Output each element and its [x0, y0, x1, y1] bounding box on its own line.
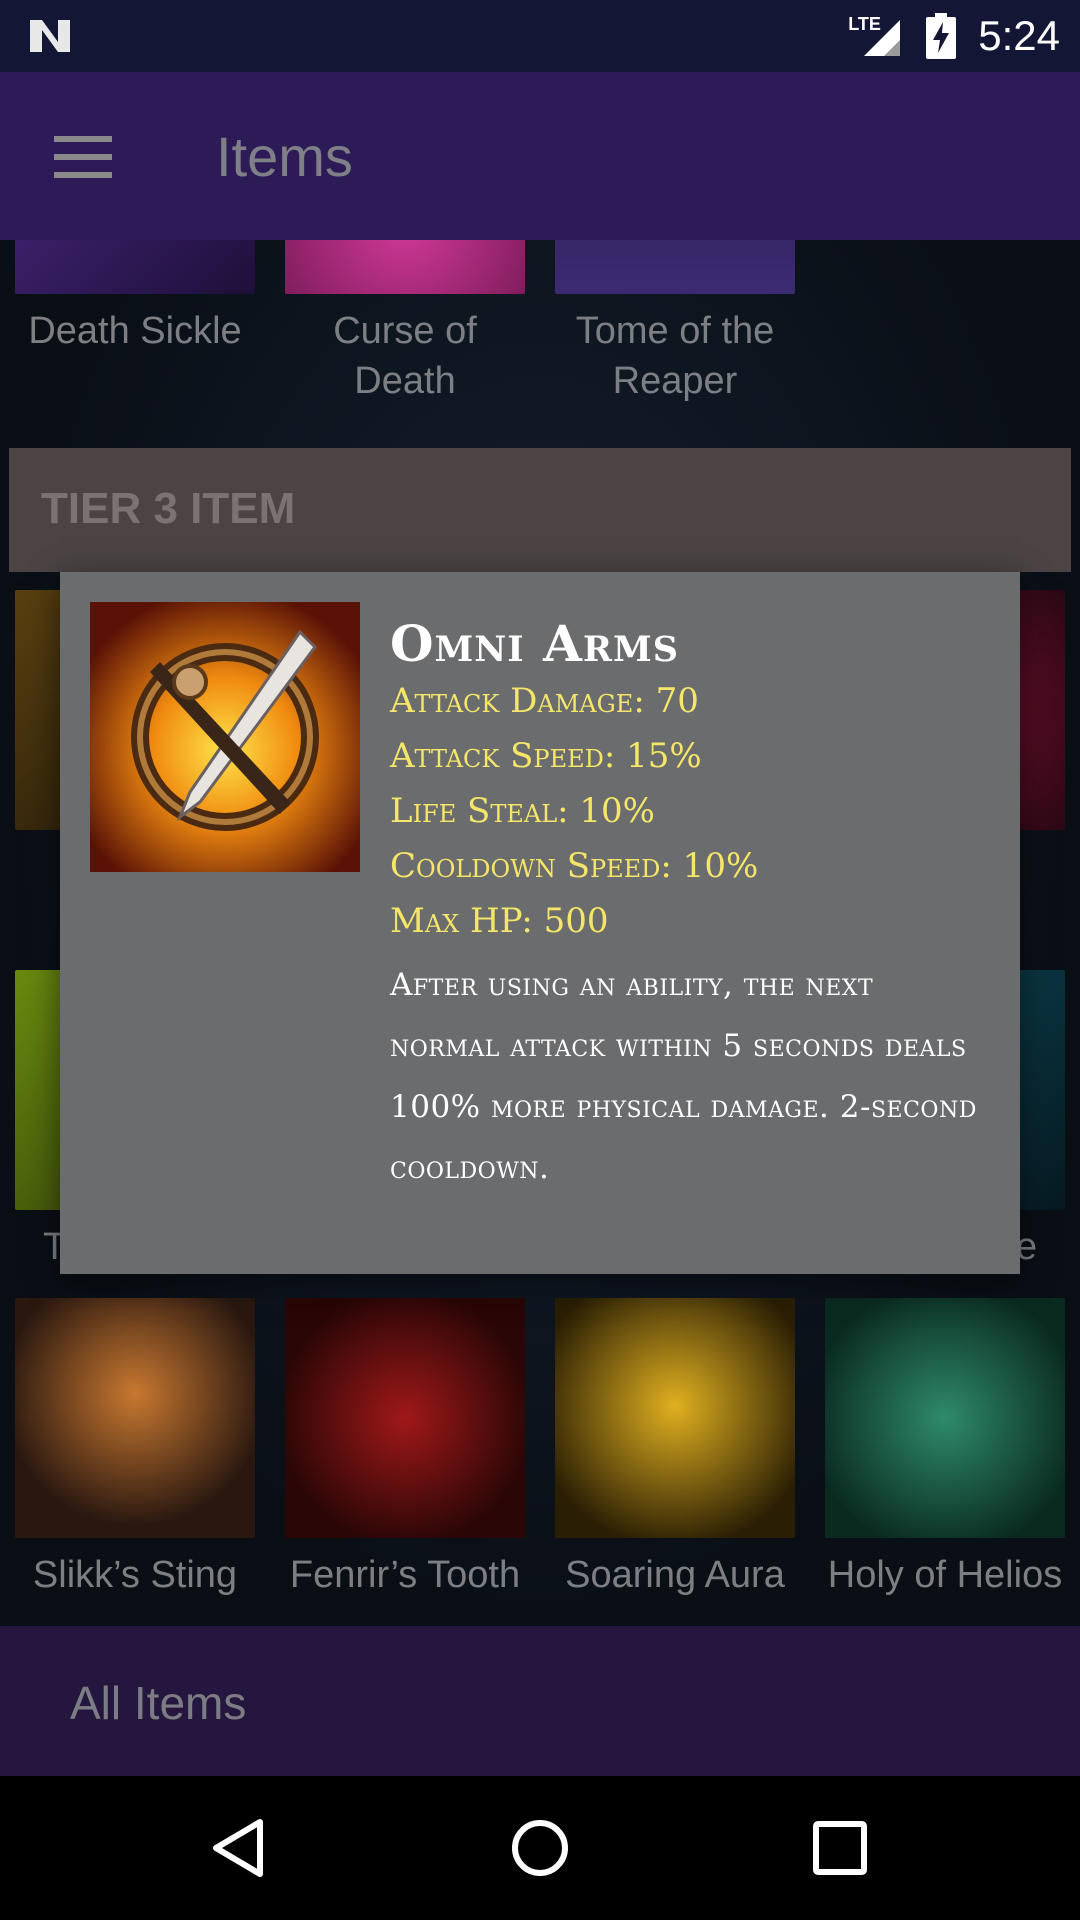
stat-attack-damage: Attack Damage: 70	[390, 681, 699, 721]
stat-attack-speed: Attack Speed: 15%	[390, 736, 702, 776]
item-card[interactable]: Fenrir’s Tooth	[285, 1298, 525, 1600]
page-title: Items	[216, 125, 353, 188]
item-card[interactable]: Tome of the Reaper	[555, 240, 795, 406]
item-title: Omni Arms	[390, 614, 679, 673]
item-label: Holy of Helios	[827, 1554, 1063, 1596]
item-detail-dialog[interactable]: Omni Arms Attack Damage: 70 Attack Speed…	[60, 572, 1020, 1274]
item-thumbnail	[555, 1298, 795, 1538]
stat-cooldown-speed: Cooldown Speed: 10%	[390, 846, 759, 886]
item-label: Death Sickle	[28, 310, 242, 352]
item-thumbnail	[825, 1298, 1065, 1538]
hamburger-menu-icon[interactable]	[54, 136, 112, 178]
item-card[interactable]: Curse of Death	[285, 240, 525, 406]
item-card[interactable]: Holy of Helios	[825, 1298, 1065, 1600]
stat-max-hp: Max HP: 500	[390, 901, 609, 941]
clock: 5:24	[978, 12, 1060, 59]
item-description: After using an ability, the next normal …	[390, 967, 977, 1186]
item-thumbnail	[285, 240, 525, 294]
item-thumbnail	[285, 1298, 525, 1538]
item-label: Slikk’s Sting	[32, 1554, 238, 1596]
item-card[interactable]: Death Sickle	[15, 240, 255, 356]
status-bar: LTE 5:24	[0, 0, 1080, 72]
item-thumbnail	[555, 240, 795, 294]
tier-header-label: TIER 3 ITEM	[41, 484, 296, 533]
app-bar: Items	[0, 72, 1080, 240]
item-thumbnail	[15, 1298, 255, 1538]
item-thumbnail	[15, 240, 255, 294]
item-label: Tome of the Reaper	[575, 310, 775, 402]
item-label: Soaring Aura	[565, 1554, 785, 1596]
lte-signal-icon: LTE	[848, 14, 904, 58]
home-icon[interactable]	[508, 1816, 572, 1880]
battery-charging-icon	[926, 13, 957, 59]
all-items-label: All Items	[70, 1677, 247, 1729]
item-label: Fenrir’s Tooth	[289, 1554, 521, 1596]
recents-icon[interactable]	[808, 1816, 872, 1880]
item-card[interactable]: Slikk’s Sting	[15, 1298, 255, 1600]
item-label: Curse of Death	[333, 310, 477, 402]
omni-arms-item-image	[90, 602, 360, 872]
tier-header: TIER 3 ITEM	[9, 448, 1071, 572]
item-card[interactable]: Soaring Aura	[555, 1298, 795, 1600]
item-detail-text: Omni Arms Attack Damage: 70 Attack Speed…	[390, 614, 990, 1199]
system-nav-bar	[0, 1776, 1080, 1920]
stat-life-steal: Life Steal: 10%	[390, 791, 655, 831]
notification-n-icon	[30, 20, 70, 52]
bottom-bar[interactable]: All Items	[0, 1626, 1080, 1776]
back-icon[interactable]	[208, 1816, 272, 1880]
